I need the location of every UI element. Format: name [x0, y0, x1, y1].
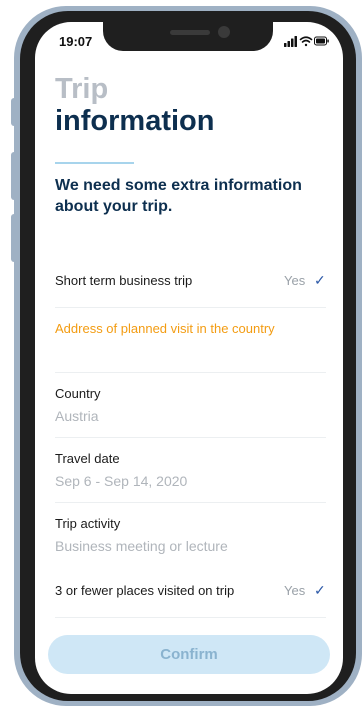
check-icon: ✓: [314, 272, 326, 288]
places-visited-value: Yes: [284, 583, 306, 598]
page-title-line2: information: [55, 105, 215, 137]
confirm-button[interactable]: Confirm: [48, 635, 330, 674]
page-title-line1: Trip: [55, 73, 109, 105]
places-visited-label: 3 or fewer places visited on trip: [55, 583, 235, 598]
divider: [55, 437, 326, 438]
title-accent-line: [55, 162, 134, 164]
wifi-icon: [299, 36, 313, 47]
signal-icon: [284, 36, 297, 47]
address-section-heading: Address of planned visit in the country: [55, 321, 275, 336]
side-button-mute: [11, 98, 17, 126]
page-subtitle: We need some extra information about you…: [55, 177, 302, 215]
country-label: Country: [55, 386, 101, 401]
trip-activity-value: Business meeting or lecture: [55, 538, 228, 554]
divider: [55, 617, 326, 618]
status-time: 19:07: [59, 34, 93, 49]
country-value: Austria: [55, 408, 99, 424]
check-icon: ✓: [314, 582, 326, 598]
battery-icon: [314, 36, 329, 46]
speaker: [170, 30, 210, 35]
side-button-volume-down: [11, 214, 17, 262]
divider: [55, 372, 326, 373]
front-camera: [218, 26, 230, 38]
side-button-volume-up: [11, 152, 17, 200]
business-trip-label: Short term business trip: [55, 273, 193, 288]
status-icons: [284, 36, 329, 47]
travel-date-value: Sep 6 - Sep 14, 2020: [55, 473, 188, 489]
divider: [55, 307, 326, 308]
travel-date-label: Travel date: [55, 451, 120, 466]
trip-activity-label: Trip activity: [55, 516, 121, 531]
business-trip-value: Yes: [284, 273, 306, 288]
divider: [55, 502, 326, 503]
